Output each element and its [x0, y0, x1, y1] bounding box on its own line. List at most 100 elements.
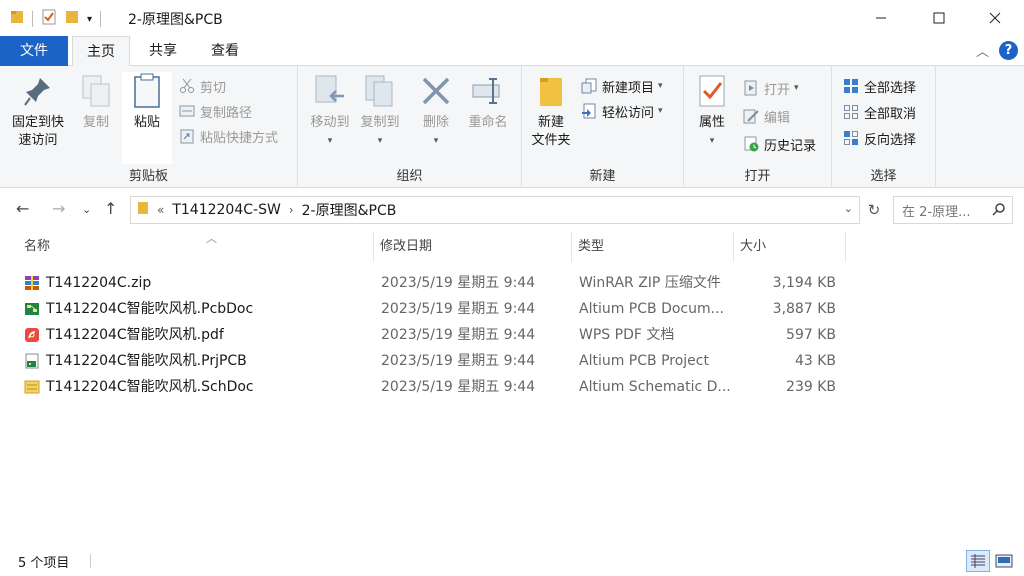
- new-group-label: 新建: [589, 169, 616, 184]
- organize-group-label: 组织: [396, 169, 423, 184]
- new-folder-icon: [533, 72, 569, 110]
- breadcrumb-chevron-icon[interactable]: ›: [289, 203, 294, 217]
- properties-button[interactable]: 属性 ▾: [690, 72, 734, 150]
- file-type: Altium PCB Project: [579, 353, 709, 369]
- ribbon-tabs: 文件 主页 共享 查看 ︿ ?: [0, 36, 1024, 67]
- file-size: 597 KB: [786, 327, 836, 343]
- delete-button[interactable]: 删除 ▾: [416, 72, 456, 150]
- file-list: T1412204C.zip 2023/5/19 星期五 9:44 WinRAR …: [0, 270, 1024, 400]
- delete-x-icon: [418, 72, 454, 110]
- paste-shortcut-icon: [178, 127, 196, 145]
- file-name: T1412204C.zip: [46, 275, 152, 291]
- refresh-icon[interactable]: ↻: [862, 196, 886, 224]
- file-date: 2023/5/19 星期五 9:44: [381, 379, 536, 395]
- forward-arrow-icon[interactable]: →: [52, 199, 65, 218]
- file-row[interactable]: T1412204C智能吹风机.PrjPCB 2023/5/19 星期五 9:44…: [0, 348, 1024, 374]
- rename-button[interactable]: 重命名: [462, 72, 514, 132]
- details-view-button[interactable]: [966, 550, 990, 572]
- collapse-ribbon-icon[interactable]: ︿: [976, 41, 989, 60]
- search-icon: [992, 202, 1006, 220]
- copy-path-button[interactable]: 复制路径: [178, 99, 252, 123]
- history-icon: [742, 135, 760, 153]
- easy-access-button[interactable]: 轻松访问 ▾: [580, 99, 663, 123]
- select-none-button[interactable]: 全部取消: [842, 100, 916, 124]
- large-icons-view-icon: [995, 554, 1013, 568]
- open-button[interactable]: 打开 ▾: [742, 76, 799, 100]
- column-header-type[interactable]: 类型: [572, 232, 734, 262]
- invert-selection-button[interactable]: 反向选择: [842, 126, 916, 150]
- column-header-size[interactable]: 大小: [734, 232, 846, 262]
- folder-icon: [10, 10, 24, 28]
- select-group-label: 选择: [870, 169, 897, 184]
- history-button[interactable]: 历史记录: [742, 132, 816, 156]
- file-type: WinRAR ZIP 压缩文件: [579, 275, 721, 291]
- recent-locations-icon[interactable]: ⌄: [82, 203, 91, 216]
- file-name: T1412204C智能吹风机.PrjPCB: [46, 353, 247, 369]
- column-header-name[interactable]: ︿ 名称: [18, 232, 374, 262]
- select-none-icon: [842, 103, 860, 121]
- move-to-button[interactable]: 移动到 ▾: [304, 72, 356, 150]
- winrar-zip-icon: [25, 276, 39, 290]
- large-icons-view-button[interactable]: [992, 550, 1016, 572]
- file-name: T1412204C智能吹风机.PcbDoc: [46, 301, 254, 317]
- copy-to-icon: [362, 72, 398, 110]
- column-header-date[interactable]: 修改日期: [374, 232, 572, 262]
- details-view-icon: [971, 554, 985, 568]
- pcb-doc-icon: [25, 303, 39, 315]
- toolbar-divider: [100, 11, 102, 27]
- cut-button[interactable]: 剪切: [178, 74, 226, 98]
- select-all-icon: [842, 77, 860, 95]
- file-date: 2023/5/19 星期五 9:44: [381, 275, 536, 291]
- search-input[interactable]: 在 2-原理...: [893, 196, 1013, 224]
- file-name: T1412204C智能吹风机.pdf: [46, 327, 224, 343]
- pin-quick-access-button[interactable]: 固定到快 速访问: [8, 72, 68, 150]
- up-arrow-icon[interactable]: ↑: [104, 199, 117, 218]
- select-all-button[interactable]: 全部选择: [842, 74, 916, 98]
- tab-home[interactable]: 主页: [72, 36, 130, 67]
- copy-button[interactable]: 复制: [76, 72, 116, 132]
- tab-share[interactable]: 共享: [134, 36, 192, 66]
- file-type: Altium Schematic D...: [579, 379, 731, 395]
- copy-to-button[interactable]: 复制到 ▾: [354, 72, 406, 150]
- customize-toolbar-icon[interactable]: ▾: [87, 14, 92, 25]
- file-row[interactable]: T1412204C智能吹风机.pdf 2023/5/19 星期五 9:44 WP…: [0, 322, 1024, 348]
- edit-button[interactable]: 编辑: [742, 104, 790, 128]
- new-folder-quick-icon[interactable]: [65, 10, 79, 28]
- paste-shortcut-button[interactable]: 粘贴快捷方式: [178, 124, 278, 148]
- tab-file[interactable]: 文件: [0, 36, 68, 66]
- file-type: Altium PCB Docum...: [579, 301, 724, 317]
- rename-icon: [470, 72, 506, 110]
- properties-quick-icon[interactable]: [41, 9, 57, 29]
- new-folder-button[interactable]: 新建 文件夹: [526, 72, 576, 150]
- file-size: 239 KB: [786, 379, 836, 395]
- file-date: 2023/5/19 星期五 9:44: [381, 301, 536, 317]
- back-arrow-icon[interactable]: ←: [16, 199, 29, 218]
- item-count: 5 个项目: [18, 556, 70, 571]
- close-button[interactable]: [966, 0, 1024, 36]
- paste-button[interactable]: 粘贴: [122, 72, 172, 164]
- file-type: WPS PDF 文档: [579, 327, 675, 343]
- file-row[interactable]: T1412204C智能吹风机.SchDoc 2023/5/19 星期五 9:44…: [0, 374, 1024, 400]
- pcb-project-icon: [25, 353, 39, 369]
- status-bar: 5 个项目: [0, 546, 1024, 576]
- file-row[interactable]: T1412204C智能吹风机.PcbDoc 2023/5/19 星期五 9:44…: [0, 296, 1024, 322]
- breadcrumb-overflow[interactable]: «: [157, 203, 164, 217]
- maximize-button[interactable]: [910, 0, 968, 36]
- breadcrumb-current[interactable]: 2-原理图&PCB: [302, 200, 397, 220]
- tab-view[interactable]: 查看: [196, 36, 254, 66]
- address-dropdown-icon[interactable]: ⌄: [844, 202, 853, 215]
- select-group: 全部选择 全部取消 反向选择 选择: [832, 66, 936, 188]
- file-name: T1412204C智能吹风机.SchDoc: [46, 379, 254, 395]
- breadcrumb-parent[interactable]: T1412204C-SW: [172, 202, 280, 218]
- help-icon[interactable]: ?: [999, 41, 1018, 60]
- new-item-button[interactable]: 新建项目 ▾: [580, 74, 663, 98]
- open-group-label: 打开: [744, 169, 771, 184]
- address-bar[interactable]: « T1412204C-SW › 2-原理图&PCB ⌄: [130, 196, 860, 224]
- copy-icon: [78, 72, 114, 110]
- clipboard-group-label: 剪贴板: [128, 169, 168, 184]
- status-divider: [90, 554, 91, 568]
- address-row: ← → ⌄ ↑ « T1412204C-SW › 2-原理图&PCB ⌄ ↻ 在…: [0, 188, 1024, 232]
- minimize-button[interactable]: [852, 0, 910, 36]
- file-row[interactable]: T1412204C.zip 2023/5/19 星期五 9:44 WinRAR …: [0, 270, 1024, 296]
- paste-icon: [129, 72, 165, 110]
